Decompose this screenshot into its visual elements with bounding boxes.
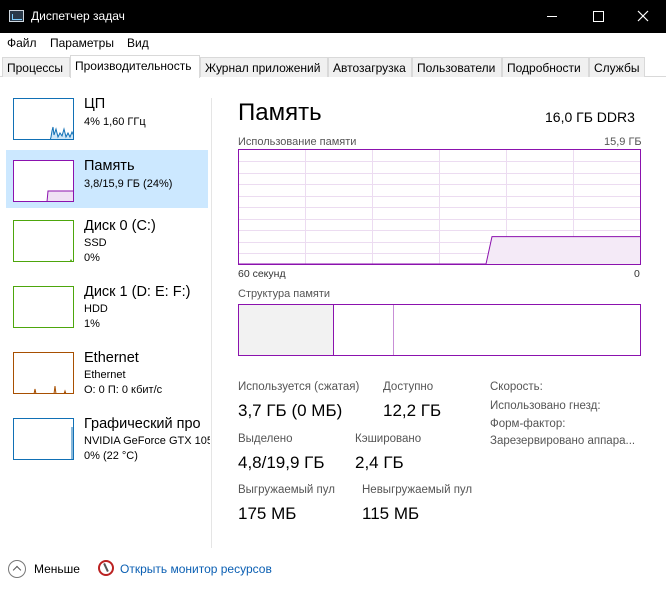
cpu-thumbnail-graph bbox=[13, 98, 74, 140]
resource-ethernet[interactable]: Ethernet Ethernet О: 0 П: 0 кбит/с bbox=[6, 342, 208, 400]
disk-1-label: Диск 1 (D: E: F:) bbox=[84, 284, 191, 300]
nonpaged-pool-label: Невыгружаемый пул bbox=[362, 484, 473, 496]
menu-view[interactable]: Вид bbox=[127, 36, 149, 50]
ethernet-label: Ethernet bbox=[84, 350, 139, 366]
tab-startup[interactable]: Автозагрузка bbox=[328, 57, 412, 77]
chevron-up-icon bbox=[8, 560, 26, 578]
form-factor-label: Форм-фактор: bbox=[490, 418, 566, 430]
fewer-details-label: Меньше bbox=[34, 562, 80, 576]
resource-gpu[interactable]: Графический про NVIDIA GeForce GTX 105 0… bbox=[6, 408, 210, 466]
resource-disk-1[interactable]: Диск 1 (D: E: F:) HDD 1% bbox=[6, 276, 208, 334]
ethernet-throughput: О: 0 П: 0 кбит/с bbox=[84, 384, 163, 396]
resource-memory[interactable]: Память 3,8/15,9 ГБ (24%) bbox=[6, 150, 208, 208]
window-title: Диспетчер задач bbox=[31, 9, 125, 23]
in-use-value: 3,7 ГБ (0 МБ) bbox=[238, 401, 343, 420]
memory-label: Память bbox=[84, 158, 135, 174]
task-manager-icon bbox=[9, 10, 24, 22]
tab-performance[interactable]: Производительность bbox=[70, 55, 200, 78]
cpu-label: ЦП bbox=[84, 96, 106, 112]
disk-1-thumbnail-graph bbox=[13, 286, 74, 328]
tab-details[interactable]: Подробности bbox=[502, 57, 589, 77]
minimize-button[interactable] bbox=[529, 0, 575, 33]
cached-value: 2,4 ГБ bbox=[355, 453, 404, 472]
close-button[interactable] bbox=[620, 0, 666, 33]
gpu-usage: 0% (22 °C) bbox=[84, 450, 138, 462]
paged-pool-value: 175 МБ bbox=[238, 504, 297, 523]
disk-0-usage: 0% bbox=[84, 252, 100, 264]
memory-structure-label: Структура памяти bbox=[238, 288, 331, 300]
disk-0-label: Диск 0 (C:) bbox=[84, 218, 156, 234]
memory-usage: 3,8/15,9 ГБ (24%) bbox=[84, 178, 173, 190]
disk-0-thumbnail-graph bbox=[13, 220, 74, 262]
paged-pool-label: Выгружаемый пул bbox=[238, 484, 335, 496]
maximize-button[interactable] bbox=[575, 0, 621, 33]
memory-usage-graph-label: Использование памяти bbox=[238, 136, 357, 148]
cached-label: Кэшировано bbox=[355, 433, 422, 445]
disk-1-type: HDD bbox=[84, 303, 108, 315]
slots-used-label: Использовано гнезд: bbox=[490, 400, 601, 412]
nonpaged-pool-value: 115 МБ bbox=[362, 504, 420, 523]
memory-structure-in-use bbox=[239, 305, 334, 355]
close-icon bbox=[637, 10, 649, 22]
committed-value: 4,8/19,9 ГБ bbox=[238, 453, 325, 472]
available-label: Доступно bbox=[383, 381, 434, 393]
menu-options[interactable]: Параметры bbox=[50, 36, 114, 50]
open-resource-monitor-link[interactable]: Открыть монитор ресурсов bbox=[120, 562, 272, 576]
tab-users[interactable]: Пользователи bbox=[412, 57, 502, 77]
gpu-model: NVIDIA GeForce GTX 105 bbox=[84, 435, 210, 447]
memory-structure-modified bbox=[334, 305, 394, 355]
disk-0-type: SSD bbox=[84, 237, 107, 249]
panel-divider bbox=[211, 98, 212, 548]
ethernet-adapter: Ethernet bbox=[84, 369, 126, 381]
tab-processes[interactable]: Процессы bbox=[2, 57, 70, 77]
tab-strip: Процессы Производительность Журнал прило… bbox=[0, 55, 666, 78]
tab-services[interactable]: Службы bbox=[589, 57, 645, 77]
graph-time-start: 60 секунд bbox=[238, 268, 286, 280]
tab-app-history[interactable]: Журнал приложений bbox=[200, 57, 328, 77]
available-value: 12,2 ГБ bbox=[383, 401, 442, 420]
menu-bar: Файл Параметры Вид bbox=[0, 33, 666, 53]
resource-monitor-icon[interactable] bbox=[98, 560, 114, 576]
hardware-reserved-label: Зарезервировано аппара... bbox=[490, 435, 636, 447]
memory-usage-graph-max: 15,9 ГБ bbox=[604, 136, 642, 148]
ethernet-thumbnail-graph bbox=[13, 352, 74, 394]
disk-1-usage: 1% bbox=[84, 318, 100, 330]
speed-label: Скорость: bbox=[490, 381, 543, 393]
resource-disk-0[interactable]: Диск 0 (C:) SSD 0% bbox=[6, 210, 208, 268]
resource-list: ЦП 4% 1,60 ГГц Память 3,8/15,9 ГБ (24%) … bbox=[0, 88, 210, 548]
committed-label: Выделено bbox=[238, 433, 293, 445]
resource-cpu[interactable]: ЦП 4% 1,60 ГГц bbox=[6, 88, 208, 146]
cpu-usage: 4% 1,60 ГГц bbox=[84, 116, 146, 128]
menu-file[interactable]: Файл bbox=[7, 36, 37, 50]
memory-title: Память bbox=[238, 99, 322, 126]
memory-usage-graph bbox=[238, 149, 641, 265]
memory-thumbnail-graph bbox=[13, 160, 74, 202]
in-use-label: Используется (сжатая) bbox=[238, 381, 360, 393]
title-bar: Диспетчер задач bbox=[0, 0, 666, 33]
memory-structure-bar bbox=[238, 304, 641, 356]
gpu-thumbnail-graph bbox=[13, 418, 74, 460]
memory-spec: 16,0 ГБ DDR3 bbox=[545, 109, 635, 125]
gpu-label: Графический про bbox=[84, 416, 201, 432]
graph-time-end: 0 bbox=[634, 268, 640, 280]
